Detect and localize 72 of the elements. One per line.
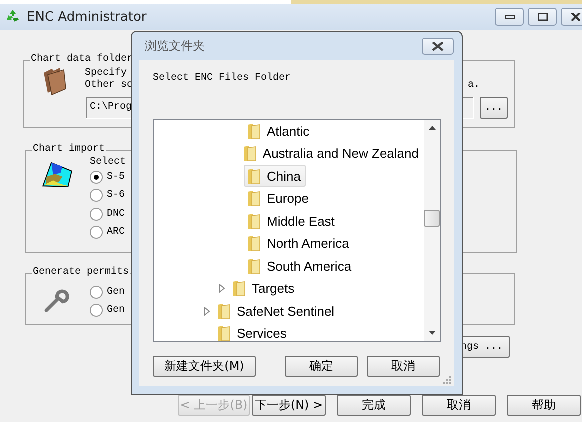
folder-icon — [232, 280, 246, 298]
minimize-icon — [504, 15, 514, 19]
radio-button[interactable] — [90, 304, 103, 318]
tree-item[interactable]: Middle East — [244, 210, 340, 232]
radio-option[interactable]: S-6 — [90, 186, 126, 205]
folder-icon — [247, 168, 261, 185]
folder-icon — [242, 145, 257, 162]
scroll-down-icon[interactable] — [428, 331, 436, 335]
expand-arrow-icon[interactable] — [204, 306, 210, 316]
prompt-text: Select — [90, 157, 126, 168]
tree-item[interactable]: Atlantic — [244, 120, 315, 142]
minimize-button[interactable] — [495, 8, 524, 26]
radio-option[interactable]: S-5 — [90, 168, 126, 186]
radio-label: S-6 — [107, 190, 126, 202]
wizard-button[interactable]: 取消 — [422, 395, 496, 416]
radio-label: ARC — [107, 227, 126, 238]
instruction-text: a. — [468, 80, 480, 91]
scrollbar[interactable] — [424, 120, 440, 341]
radio-option[interactable]: Gen — [90, 283, 126, 302]
window-title: ENC Administrator — [27, 10, 147, 24]
scroll-thumb[interactable] — [424, 210, 440, 227]
chart-icon — [42, 162, 74, 188]
radio-button[interactable] — [90, 189, 103, 202]
recycle-logo-icon — [5, 9, 21, 25]
folder-icon — [217, 325, 231, 341]
radio-label: Gen — [107, 286, 126, 298]
scroll-up-icon[interactable] — [428, 126, 436, 130]
radio-button[interactable] — [90, 170, 103, 184]
tree-item[interactable]: Targets — [229, 278, 300, 300]
wizard-button[interactable]: 帮助 — [507, 395, 581, 416]
radio-option[interactable]: ARC — [90, 224, 126, 242]
wizard-button[interactable]: 下一步(N) > — [252, 395, 326, 416]
radio-button[interactable] — [90, 208, 103, 221]
radio-option[interactable]: DNC — [90, 205, 126, 224]
prompt-text: Select ENC Files Folder — [153, 73, 292, 85]
tree-item[interactable]: South America — [244, 255, 357, 278]
dialog-button[interactable]: 确定 — [285, 356, 358, 377]
close-button[interactable] — [561, 8, 582, 26]
folder-icon — [247, 212, 261, 230]
folder-icon — [217, 302, 231, 320]
resize-grip-icon[interactable] — [442, 375, 451, 384]
radio-option[interactable]: Gen — [90, 302, 126, 320]
browse-button[interactable]: ... — [480, 97, 508, 119]
folder-icon — [247, 122, 261, 140]
radio-button[interactable] — [90, 286, 103, 299]
dialog-title: 浏览文件夹 — [145, 38, 205, 54]
folder-icon — [247, 190, 261, 208]
radio-label: S-5 — [107, 172, 126, 183]
tree-item[interactable]: Europe — [244, 188, 314, 210]
close-icon — [432, 42, 444, 50]
expand-arrow-icon[interactable] — [219, 284, 225, 294]
wrench-icon — [44, 288, 70, 314]
tree-item[interactable]: Australia and New Zealand — [240, 142, 424, 165]
tree-item[interactable]: North America — [244, 232, 354, 255]
folder-icon — [247, 235, 261, 252]
tree-item[interactable]: Services — [214, 322, 292, 341]
dialog-button[interactable]: 新建文件夹(M) — [153, 356, 256, 377]
close-button[interactable] — [422, 38, 454, 54]
maximize-button[interactable] — [528, 8, 557, 26]
folder-icon — [247, 258, 261, 275]
radio-label: Gen — [107, 305, 126, 316]
maximize-icon — [538, 13, 548, 21]
group-title: Chart import — [32, 144, 106, 156]
wizard-button[interactable]: 完成 — [337, 395, 411, 416]
tree-item[interactable]: China — [244, 165, 306, 188]
radio-button[interactable] — [90, 226, 103, 240]
instruction-text: Specify — [85, 68, 128, 80]
radio-label: DNC — [107, 208, 126, 220]
dialog-button[interactable]: 取消 — [367, 356, 440, 377]
close-icon — [570, 13, 580, 21]
tree-item[interactable]: SafeNet Sentinel — [214, 300, 340, 322]
group-title: Generate permits — [32, 267, 130, 279]
